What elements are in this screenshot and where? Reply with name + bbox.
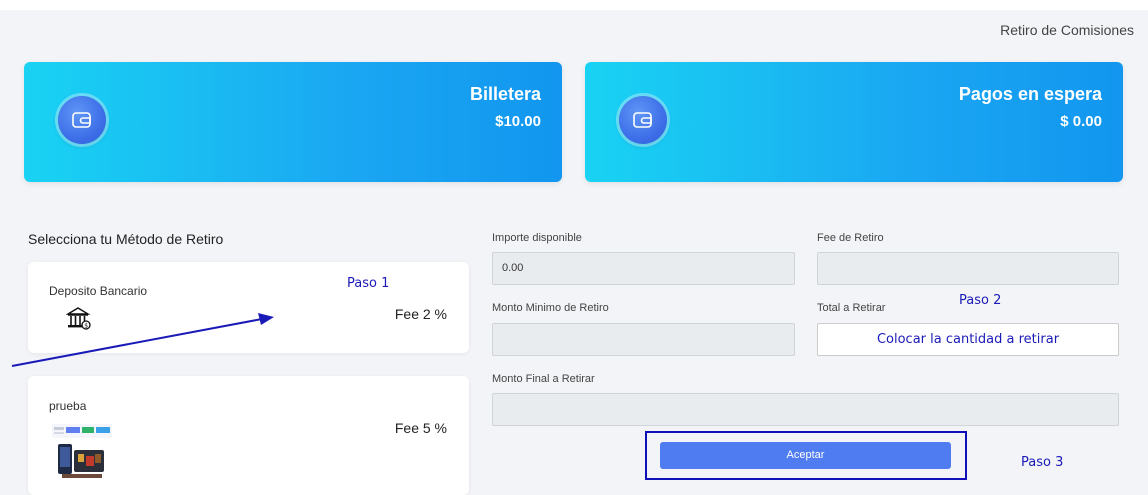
step1-arrow-line — [11, 318, 263, 367]
annotation-arrow-layer — [11, 313, 274, 367]
step1-arrow-head-icon — [258, 313, 274, 325]
